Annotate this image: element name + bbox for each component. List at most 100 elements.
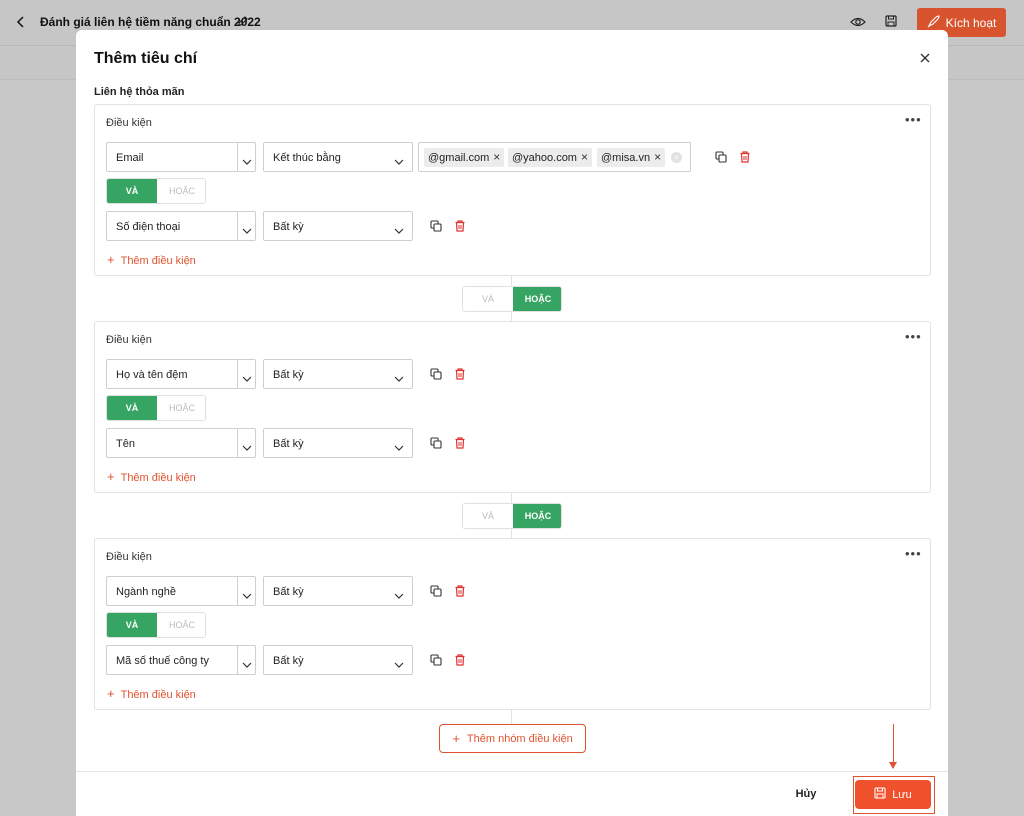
clear-icon[interactable]: × [671,152,682,163]
operator-value: Bất kỳ [273,438,304,450]
cancel-button[interactable]: Hủy [792,788,820,800]
operator-value: Bất kỳ [273,655,304,667]
add-condition-button[interactable]: + Thêm điều kiện [107,469,196,484]
chevron-down-icon [394,656,404,668]
copy-icon[interactable] [429,653,443,667]
section-label: Liên hệ thỏa mãn [94,86,185,98]
close-icon[interactable]: × [654,151,661,163]
operator-select[interactable]: Bất kỳ [263,645,413,675]
group-and-or-toggle: VÀ HOẶC [462,286,562,312]
trash-icon[interactable] [453,584,467,598]
copy-icon[interactable] [429,219,443,233]
and-or-toggle: VÀ HOẶC [106,395,206,421]
value-tag: @gmail.com × [424,148,505,167]
condition-row: Email Kết thúc bằng @gmail.com × @yahoo.c… [106,142,906,172]
chevron-down-icon [242,439,252,451]
or-option[interactable]: HOẶC [157,396,205,420]
operator-select[interactable]: Bất kỳ [263,428,413,458]
chevron-down-icon [394,370,404,382]
chevron-down-icon [242,656,252,668]
plus-icon: + [107,686,115,701]
operator-select[interactable]: Bất kỳ [263,211,413,241]
field-value: Ngành nghề [116,586,176,598]
field-select[interactable]: Email [106,142,256,172]
eye-icon[interactable] [850,15,866,29]
and-option[interactable]: VÀ [107,396,157,420]
add-condition-button[interactable]: + Thêm điều kiện [107,252,196,267]
field-select[interactable]: Họ và tên đệm [106,359,256,389]
value-tag: @yahoo.com × [508,148,592,167]
group-label: Điều kiện [106,334,152,346]
copy-icon[interactable] [429,436,443,450]
field-select[interactable]: Ngành nghề [106,576,256,606]
chevron-down-icon [394,587,404,599]
or-option[interactable]: HOẶC [513,504,561,528]
modal-footer: Hủy Lưu [76,771,948,816]
or-option[interactable]: HOẶC [513,287,561,311]
operator-value: Bất kỳ [273,369,304,381]
close-icon[interactable]: × [493,151,500,163]
condition-group-3: Điều kiện ••• Ngành nghề Bất kỳ VÀ HOẶC … [94,538,931,710]
group-and-or-toggle: VÀ HOẶC [462,503,562,529]
and-option[interactable]: VÀ [463,504,513,528]
condition-row: Họ và tên đệm Bất kỳ [106,359,906,389]
more-icon[interactable]: ••• [905,113,922,126]
close-icon[interactable] [918,51,932,65]
more-icon[interactable]: ••• [905,547,922,560]
field-select[interactable]: Mã số thuế công ty [106,645,256,675]
save-icon[interactable] [884,14,898,28]
save-label: Lưu [892,788,912,801]
operator-value: Kết thúc bằng [273,152,341,164]
connector-line [511,710,512,724]
operator-select[interactable]: Bất kỳ [263,576,413,606]
copy-icon[interactable] [429,367,443,381]
trash-icon[interactable] [453,219,467,233]
or-option[interactable]: HOẶC [157,613,205,637]
copy-icon[interactable] [714,150,728,164]
add-group-button[interactable]: + Thêm nhóm điều kiện [439,724,586,753]
operator-value: Bất kỳ [273,586,304,598]
and-option[interactable]: VÀ [463,287,513,311]
condition-group-2: Điều kiện ••• Họ và tên đệm Bất kỳ VÀ HO… [94,321,931,493]
chevron-down-icon [242,153,252,165]
edit-icon[interactable] [236,14,250,28]
or-option[interactable]: HOẶC [157,179,205,203]
save-icon [874,787,886,802]
chevron-down-icon [394,153,404,165]
value-tag: @misa.vn × [597,148,666,167]
more-icon[interactable]: ••• [905,330,922,343]
modal-title: Thêm tiêu chí [94,50,198,67]
operator-select[interactable]: Bất kỳ [263,359,413,389]
field-value: Mã số thuế công ty [116,655,209,667]
plus-icon: + [107,469,115,484]
activate-label: Kích hoạt [945,15,997,30]
operator-value: Bất kỳ [273,221,304,233]
operator-select[interactable]: Kết thúc bằng [263,142,413,172]
and-or-toggle: VÀ HOẶC [106,178,206,204]
and-option[interactable]: VÀ [107,179,157,203]
field-value: Số điện thoại [116,221,181,233]
trash-icon[interactable] [453,653,467,667]
page-title: Đánh giá liên hệ tiềm năng chuẩn 2022 [40,15,261,29]
field-select[interactable]: Số điện thoại [106,211,256,241]
and-or-toggle: VÀ HOẶC [106,612,206,638]
field-select[interactable]: Tên [106,428,256,458]
chevron-down-icon [242,370,252,382]
copy-icon[interactable] [429,584,443,598]
condition-row: Mã số thuế công ty Bất kỳ [106,645,906,675]
add-condition-button[interactable]: + Thêm điều kiện [107,686,196,701]
trash-icon[interactable] [453,367,467,381]
field-value: Email [116,152,144,164]
close-icon[interactable]: × [581,151,588,163]
condition-row: Ngành nghề Bất kỳ [106,576,906,606]
save-button[interactable]: Lưu [855,780,931,809]
value-tag-input[interactable]: @gmail.com × @yahoo.com × @misa.vn × × [418,142,691,172]
back-icon[interactable] [14,14,28,30]
trash-icon[interactable] [453,436,467,450]
chevron-down-icon [242,222,252,234]
trash-icon[interactable] [738,150,752,164]
plus-icon: + [107,252,115,267]
field-value: Tên [116,438,135,450]
chevron-down-icon [394,222,404,234]
and-option[interactable]: VÀ [107,613,157,637]
